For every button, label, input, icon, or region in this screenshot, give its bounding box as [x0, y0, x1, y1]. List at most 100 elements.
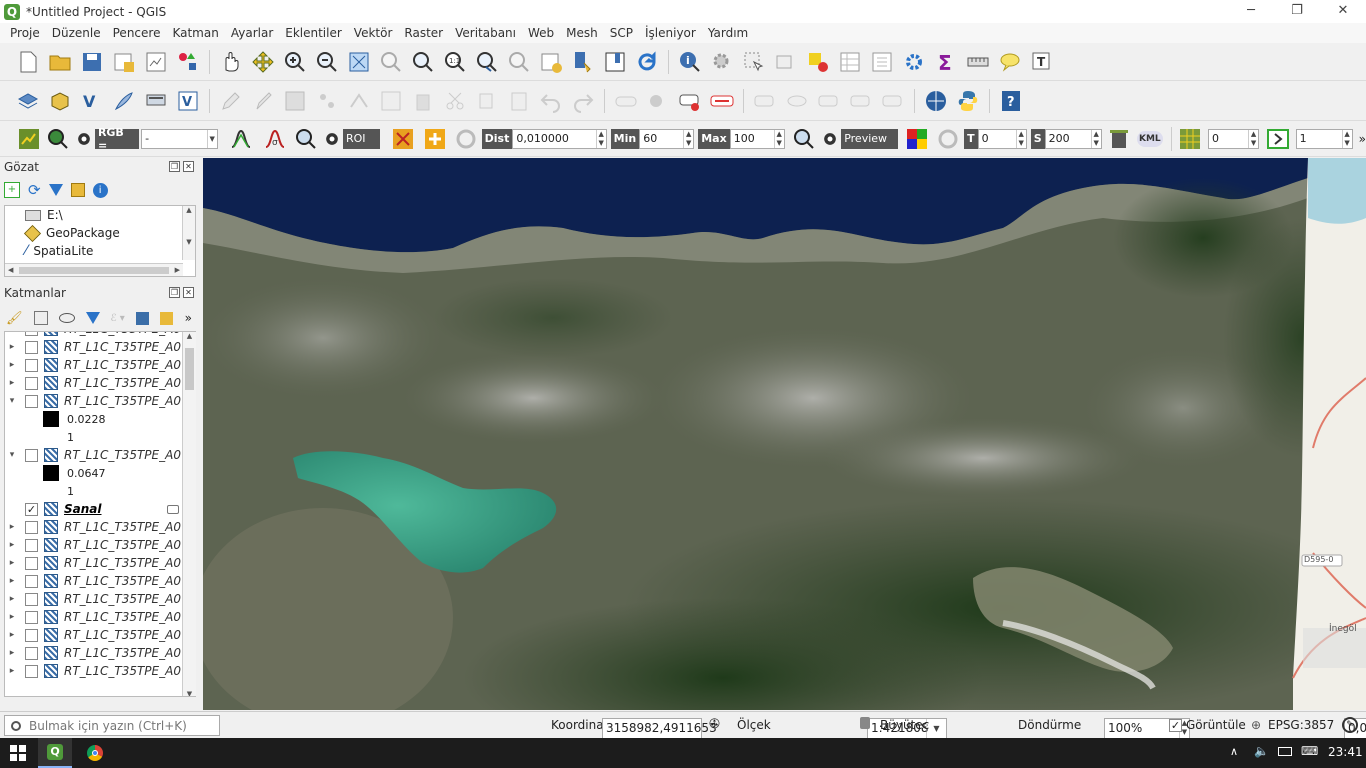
layer-visibility-checkbox[interactable] — [25, 628, 38, 642]
deselect-button[interactable] — [803, 47, 833, 77]
layer-visibility-checkbox[interactable] — [25, 664, 38, 678]
select-by-value-button[interactable] — [771, 47, 801, 77]
browser-item-geopackage[interactable]: GeoPackage — [5, 224, 195, 242]
new-project-button[interactable] — [13, 47, 43, 77]
browser-item-spatialite[interactable]: ⁄ SpatiaLite — [5, 242, 195, 260]
minimize-button[interactable]: ─ — [1228, 0, 1274, 23]
layer-row[interactable]: ▸ RT_L1C_T35TPE_A0 — [5, 554, 183, 572]
add-vector-layer-button[interactable] — [13, 86, 43, 116]
field-calculator-button[interactable] — [867, 47, 897, 77]
locator-search[interactable]: Bulmak için yazın (Ctrl+K) — [4, 715, 220, 736]
show-hide-labels-button[interactable] — [782, 86, 812, 116]
new-bookmark-button[interactable] — [536, 47, 566, 77]
layer-visibility-checkbox[interactable] — [25, 394, 38, 408]
clock[interactable]: 23:41 — [1328, 745, 1363, 759]
menu-scp[interactable]: SCP — [604, 26, 639, 40]
select-features-button[interactable] — [739, 47, 769, 77]
run-feature-action-button[interactable] — [707, 47, 737, 77]
filter-icon[interactable] — [85, 312, 100, 324]
layer-row[interactable]: ▾ RT_L1C_T35TPE_A0 — [5, 446, 183, 464]
delete-selected-button[interactable] — [408, 86, 438, 116]
cut-features-button[interactable] — [440, 86, 470, 116]
create-roi-button[interactable] — [388, 124, 417, 154]
eye-icon[interactable] — [58, 313, 75, 323]
legend-item[interactable]: 0.0228 — [5, 410, 183, 428]
add-wms-button[interactable] — [141, 86, 171, 116]
menu-raster[interactable]: Raster — [398, 26, 449, 40]
redo-preview-button[interactable] — [934, 124, 963, 154]
layer-row[interactable]: ▸ RT_L1C_T35TPE_A0 — [5, 644, 183, 662]
paste-features-button[interactable] — [504, 86, 534, 116]
current-edits-button[interactable] — [216, 86, 246, 116]
layer-visibility-checkbox[interactable] — [25, 556, 38, 570]
layer-row[interactable]: ▸ RT_L1C_T35TPE_A0 — [5, 518, 183, 536]
zoom-next-button[interactable] — [504, 47, 534, 77]
help-button[interactable]: ? — [996, 86, 1026, 116]
layer-row[interactable]: ▸ RT_L1C_T35TPE_A0 — [5, 662, 183, 680]
map-tips-button[interactable] — [995, 47, 1025, 77]
preview-toggle-button[interactable] — [820, 124, 840, 154]
identify-button[interactable]: i — [675, 47, 705, 77]
add-raster-button[interactable]: V — [173, 86, 203, 116]
menu-katman[interactable]: Katman — [166, 26, 224, 40]
copy-features-button[interactable] — [472, 86, 502, 116]
layer-visibility-checkbox[interactable] — [25, 592, 38, 606]
toolbar-overflow-button[interactable]: » — [1359, 132, 1366, 146]
expand-arrow-icon[interactable]: ▸ — [5, 648, 19, 658]
hcmgis-button[interactable] — [921, 86, 951, 116]
text-annotation-button[interactable]: T — [1027, 47, 1057, 77]
min-spinbox[interactable]: 60 ▲ ▼ — [639, 128, 695, 149]
undo-button[interactable] — [536, 86, 566, 116]
taskbar-qgis[interactable]: Q — [38, 738, 72, 768]
label-toolbar-button[interactable] — [611, 86, 641, 116]
layer-labeling-button[interactable] — [643, 86, 673, 116]
layer-row[interactable]: ▸ RT_L1C_T35TPE_A0 — [5, 338, 183, 356]
dist-spinbox[interactable]: 0,010000 ▲ ▼ — [512, 128, 607, 149]
label-style-button[interactable] — [675, 86, 705, 116]
redo-button[interactable] — [568, 86, 598, 116]
add-geopackage-button[interactable] — [45, 86, 75, 116]
messages-icon[interactable]: ✎ — [1342, 717, 1358, 733]
layer-row[interactable]: ✓ Sanal — [5, 500, 183, 518]
bookmark-button[interactable] — [568, 47, 598, 77]
zoom-out-button[interactable] — [312, 47, 342, 77]
move-label-button[interactable] — [814, 86, 844, 116]
t-spinbox[interactable]: 0 ▲ ▼ — [977, 128, 1027, 149]
layer-visibility-checkbox[interactable] — [25, 538, 38, 552]
zoom-layer-button[interactable] — [408, 47, 438, 77]
change-label-button[interactable] — [878, 86, 908, 116]
scp-zoom-button[interactable] — [44, 124, 71, 154]
layer-row[interactable]: ▾ RT_L1C_T35TPE_A0 — [5, 392, 183, 410]
browser-hscrollbar[interactable]: ◀ ▶ — [5, 263, 183, 276]
info-icon[interactable]: i — [92, 182, 108, 198]
print-layout-button[interactable] — [141, 47, 171, 77]
layer-row[interactable]: ▸ RT_L1C_T35TPE_A0 — [5, 572, 183, 590]
vertex-tool-button[interactable] — [344, 86, 374, 116]
style-brush-icon[interactable]: 🖌 — [6, 311, 23, 326]
rgb-combo[interactable]: - ▼ — [141, 128, 218, 149]
kml-button[interactable]: KML — [1135, 124, 1164, 154]
menu-pencere[interactable]: Pencere — [107, 26, 167, 40]
zoom-native-button[interactable]: 1:1 — [440, 47, 470, 77]
zoom-selection-button[interactable] — [376, 47, 406, 77]
layer-visibility-checkbox[interactable] — [25, 574, 38, 588]
expand-arrow-icon[interactable]: ▸ — [5, 666, 19, 676]
layer-visibility-checkbox[interactable] — [25, 340, 38, 354]
close-panel-icon[interactable]: ✕ — [183, 161, 194, 172]
label-red-button[interactable] — [707, 86, 737, 116]
layer-visibility-checkbox[interactable] — [25, 358, 38, 372]
save-project-button[interactable] — [77, 47, 107, 77]
toggle-extents-icon[interactable]: ✇ — [709, 717, 720, 732]
classification-preview-button[interactable] — [902, 124, 931, 154]
menu-duzenle[interactable]: Düzenle — [46, 26, 107, 40]
zoom-in-button[interactable] — [280, 47, 310, 77]
layer-visibility-checkbox[interactable] — [25, 376, 38, 390]
network-icon[interactable] — [1278, 747, 1292, 756]
collapse-arrow-icon[interactable]: ▾ — [5, 396, 19, 406]
layer-row[interactable]: ▸ RT_L1C_T35TPE_A0 — [5, 626, 183, 644]
processing-toolbox-button[interactable] — [899, 47, 929, 77]
save-as-button[interactable] — [109, 47, 139, 77]
layer-row[interactable]: ▸ RT_L1C_T35TPE_A0 — [5, 608, 183, 626]
scroll-up-icon[interactable]: ▲ — [183, 332, 196, 340]
std-dev-button[interactable]: σ — [259, 124, 290, 154]
